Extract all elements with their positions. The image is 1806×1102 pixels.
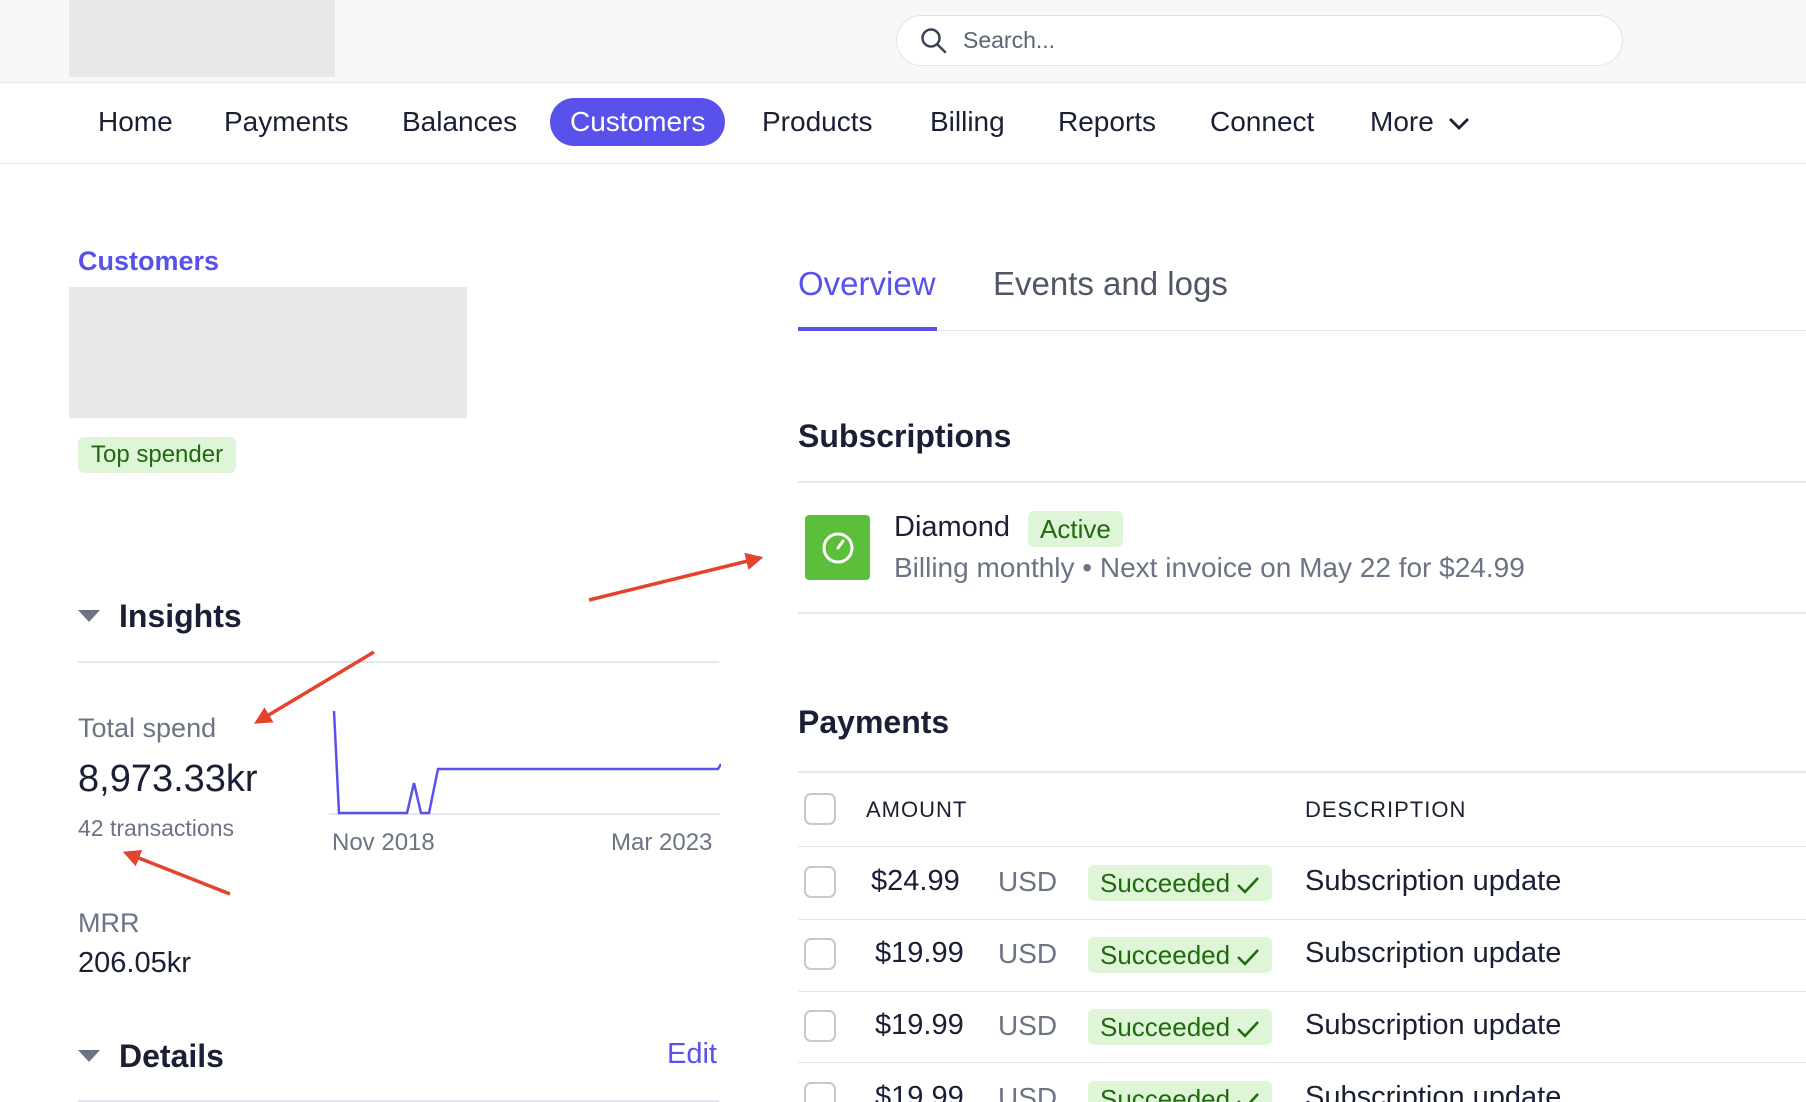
insights-title: Insights <box>119 597 242 634</box>
total-spend-value: 8,973.33kr <box>78 758 258 800</box>
mrr-value: 206.05kr <box>78 947 191 979</box>
payment-status-badge: Succeeded <box>1088 865 1273 901</box>
payment-amount: $24.99 <box>871 865 960 897</box>
chevron-down-icon <box>1448 117 1469 130</box>
checkmark-icon <box>1237 949 1260 966</box>
details-title: Details <box>119 1037 224 1074</box>
breadcrumb-customers[interactable]: Customers <box>78 246 219 277</box>
subscriptions-top-divider <box>798 481 1806 483</box>
transactions-count: 42 transactions <box>78 815 234 841</box>
payments-title: Payments <box>798 704 950 740</box>
subscriptions-bottom-divider <box>798 612 1806 614</box>
caret-down-icon <box>78 1050 100 1062</box>
nav-item-reports[interactable]: Reports <box>1038 98 1176 146</box>
table-row-partial: $19.99 USD Succeeded Subscription update <box>798 1080 1806 1102</box>
search-icon <box>921 27 947 53</box>
subscription-clock-icon <box>805 515 870 580</box>
mrr-label: MRR <box>78 908 140 938</box>
details-edit-link[interactable]: Edit <box>667 1038 717 1071</box>
row-checkbox[interactable] <box>804 1082 836 1102</box>
payment-amount: $19.99 <box>875 937 964 969</box>
row-divider <box>798 991 1806 992</box>
nav-more-label: More <box>1370 106 1434 137</box>
subscriptions-title: Subscriptions <box>798 418 1012 454</box>
payment-status-label: Succeeded <box>1100 1084 1231 1102</box>
main-nav: Home Payments Balances Customers Product… <box>0 84 1806 164</box>
payment-currency: USD <box>998 1010 1058 1041</box>
nav-item-more[interactable]: More <box>1350 98 1490 146</box>
nav-item-connect[interactable]: Connect <box>1190 98 1334 146</box>
payment-amount: $19.99 <box>875 1009 964 1041</box>
spend-sparkline <box>329 710 721 815</box>
row-divider <box>798 1062 1806 1063</box>
payment-description: Subscription update <box>1305 937 1562 969</box>
top-bar <box>0 0 1806 83</box>
sparkline-end-label: Mar 2023 <box>611 829 713 856</box>
customer-name-redacted <box>69 287 467 418</box>
search-box[interactable] <box>896 15 1623 66</box>
sparkline-series <box>332 710 721 815</box>
total-spend-label: Total spend <box>78 713 217 743</box>
row-checkbox[interactable] <box>804 1010 836 1042</box>
subscription-name[interactable]: Diamond <box>894 511 1010 544</box>
nav-item-home[interactable]: Home <box>78 98 193 146</box>
annotation-arrow <box>588 552 764 602</box>
nav-item-products[interactable]: Products <box>742 98 893 146</box>
payment-status-label: Succeeded <box>1100 940 1231 970</box>
top-spender-badge: Top spender <box>78 437 237 473</box>
nav-item-payments[interactable]: Payments <box>204 98 369 146</box>
row-checkbox[interactable] <box>804 866 836 898</box>
checkmark-icon <box>1237 877 1260 894</box>
subscription-meta: Billing monthly • Next invoice on May 22… <box>894 552 1525 583</box>
tab-overview[interactable]: Overview <box>798 265 936 303</box>
payment-status-badge: Succeeded <box>1088 1009 1273 1045</box>
insights-section-toggle[interactable]: Insights <box>78 596 242 636</box>
sparkline-start-label: Nov 2018 <box>332 829 435 856</box>
header-divider <box>798 846 1806 847</box>
caret-down-icon <box>78 610 100 622</box>
payment-currency: USD <box>998 1082 1058 1102</box>
checkmark-icon <box>1237 1021 1260 1038</box>
search-input[interactable] <box>961 26 1561 55</box>
payment-description: Subscription update <box>1305 865 1562 897</box>
tabs-divider <box>798 330 1806 331</box>
payment-status-badge: Succeeded <box>1088 937 1273 973</box>
nav-item-balances[interactable]: Balances <box>382 98 537 146</box>
subscription-status-badge: Active <box>1028 511 1123 547</box>
payment-currency: USD <box>998 866 1058 897</box>
checkmark-icon <box>1237 1093 1260 1102</box>
payment-status-badge: Succeeded <box>1088 1081 1273 1102</box>
tab-events-and-logs[interactable]: Events and logs <box>993 265 1228 303</box>
nav-item-customers[interactable]: Customers <box>550 98 726 146</box>
insights-divider <box>78 661 719 663</box>
payment-description: Subscription update <box>1305 1009 1562 1041</box>
row-checkbox[interactable] <box>804 938 836 970</box>
row-divider <box>798 919 1806 920</box>
account-logo-redacted <box>69 0 335 77</box>
details-section-toggle[interactable]: Details <box>78 1036 224 1076</box>
annotation-arrow <box>122 849 231 896</box>
payment-amount: $19.99 <box>875 1081 964 1102</box>
tab-active-indicator <box>798 327 937 331</box>
column-header-amount[interactable]: AMOUNT <box>866 797 967 823</box>
payment-description: Subscription update <box>1305 1081 1562 1102</box>
payment-status-label: Succeeded <box>1100 1012 1231 1042</box>
nav-item-billing[interactable]: Billing <box>910 98 1025 146</box>
payment-currency: USD <box>998 938 1058 969</box>
payments-top-divider <box>798 771 1806 773</box>
column-header-description[interactable]: DESCRIPTION <box>1305 797 1466 823</box>
select-all-checkbox[interactable] <box>804 793 836 825</box>
payment-status-label: Succeeded <box>1100 868 1231 898</box>
